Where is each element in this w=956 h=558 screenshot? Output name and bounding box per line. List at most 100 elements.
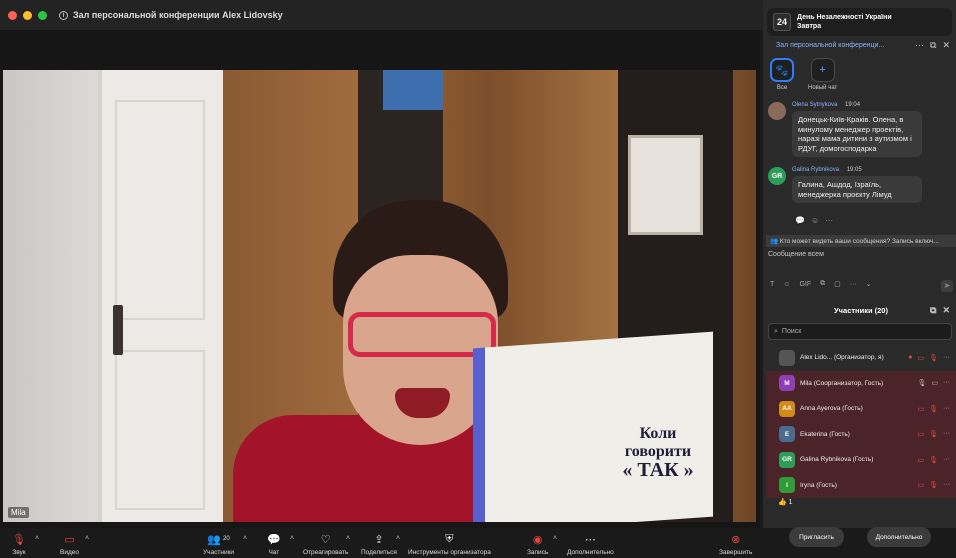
- gif-icon[interactable]: GIF: [799, 281, 811, 288]
- list-item[interactable]: AA Anna Ayerova (Гость) ▭ 🎙 ···: [766, 396, 956, 422]
- fullscreen-window-button[interactable]: [38, 10, 47, 20]
- video-off-icon[interactable]: ▭: [917, 430, 924, 438]
- video-button[interactable]: ▭ Видео: [60, 532, 79, 557]
- list-item[interactable]: M Mila (Соорганизатор, Гость) 🎙 ▭ ···: [766, 370, 956, 396]
- toolbar-label: Звук: [12, 549, 26, 556]
- more-icon[interactable]: ···: [943, 481, 950, 489]
- video-off-icon[interactable]: ▭: [917, 354, 924, 362]
- more-icon: ⋯: [584, 533, 596, 546]
- share-button[interactable]: ⇪ Поделиться: [361, 532, 397, 557]
- chevron-up-icon[interactable]: ˄: [290, 535, 294, 542]
- calendar-icon: 24: [773, 13, 791, 31]
- more-icon[interactable]: ···: [943, 405, 950, 413]
- message-text: Галина, Ашдод, Ізраїль, менеджерка проєк…: [792, 176, 922, 203]
- more-button[interactable]: ⋯ Дополнительно: [567, 532, 614, 557]
- close-icon[interactable]: ✕: [942, 40, 950, 51]
- reply-icon[interactable]: 💬: [795, 216, 805, 225]
- participant-name: Alex Lido... (Организатор, я): [800, 354, 884, 362]
- more-options-icon[interactable]: ···: [915, 40, 924, 51]
- participants-button[interactable]: 👥 20 Участники: [203, 532, 234, 557]
- avatar: GR: [779, 451, 795, 468]
- calendar-notification[interactable]: 24 День Незалежності України Завтра: [767, 8, 952, 36]
- chat-message: GR Galina Rybnikova 19:05 Галина, Ашдод,…: [768, 167, 922, 203]
- chevron-up-icon[interactable]: ˄: [553, 535, 557, 542]
- chat-button[interactable]: 💬 Чат: [267, 532, 281, 557]
- tab-new-chat[interactable]: + Новый чат: [808, 58, 837, 91]
- who-can-see-bar[interactable]: 👥 Кто может видеть ваши сообщения? Запис…: [766, 235, 956, 247]
- chevron-up-icon[interactable]: ˄: [346, 535, 350, 542]
- chevron-down-icon[interactable]: ⌄: [866, 280, 872, 288]
- mic-off-icon[interactable]: 🎙: [929, 456, 938, 464]
- avatar[interactable]: GR: [768, 167, 786, 185]
- pop-out-icon[interactable]: ⧉: [930, 40, 936, 51]
- chat-tabs: 🐾 Все + Новый чат: [770, 58, 837, 91]
- screenshot-icon[interactable]: ⧉: [820, 280, 825, 288]
- record-button[interactable]: ◉ Запись: [527, 532, 548, 557]
- host-tools-button[interactable]: ⛨ Инструменты организатора: [408, 532, 491, 557]
- input-toolbar: T ☺ GIF ⧉ ▢ ··· ⌄: [770, 280, 872, 288]
- invite-button[interactable]: Пригласить: [789, 527, 844, 547]
- more-icon[interactable]: ···: [943, 456, 950, 464]
- more-icon[interactable]: ···: [850, 281, 857, 288]
- more-button[interactable]: Дополнительно: [867, 527, 931, 547]
- chevron-up-icon[interactable]: ˄: [85, 535, 89, 542]
- list-item[interactable]: GR Galina Rybnikova (Гость) ▭ 🎙 ···: [766, 447, 956, 473]
- participant-name: Ekaterina (Гость): [800, 430, 850, 438]
- chevron-up-icon[interactable]: ˄: [35, 535, 39, 542]
- message-sender[interactable]: Olena Sytnykova: [792, 102, 837, 108]
- video-off-icon[interactable]: ▭: [917, 405, 924, 413]
- react-button[interactable]: ♡ Отреагировать: [303, 532, 348, 557]
- message-text: Донецьк-Київ-Краків. Олена, в минулому м…: [792, 111, 922, 157]
- list-item[interactable]: Alex Lido... (Организатор, я) ● ▭ 🎙 ···: [766, 345, 956, 371]
- avatar: I: [779, 477, 795, 494]
- list-item[interactable]: I Iryna (Гость) ▭ 🎙 ···: [766, 472, 956, 498]
- more-icon[interactable]: ···: [825, 216, 833, 225]
- end-meeting-button[interactable]: ⊗ Завершить: [719, 532, 752, 557]
- emoji-icon[interactable]: ☺: [811, 216, 819, 225]
- mic-off-icon[interactable]: 🎙: [929, 481, 938, 489]
- video-off-icon[interactable]: ▭: [917, 481, 924, 489]
- window-controls: [8, 10, 47, 20]
- heart-icon: ♡: [320, 533, 331, 546]
- audio-button[interactable]: 🎙 Звук: [12, 532, 26, 557]
- more-icon[interactable]: ···: [943, 430, 950, 438]
- video-door-panel: [115, 350, 205, 510]
- participant-search-input[interactable]: ⌕ Поиск: [768, 323, 952, 340]
- avatar[interactable]: [768, 102, 786, 120]
- more-icon[interactable]: ···: [943, 379, 950, 387]
- list-item[interactable]: E Ekaterina (Гость) ▭ 🎙 ···: [766, 421, 956, 447]
- tab-label: Новый чат: [808, 85, 838, 91]
- notification-title: День Незалежності України: [797, 14, 892, 21]
- avatar: AA: [779, 400, 795, 417]
- file-icon[interactable]: ▢: [834, 280, 841, 288]
- mic-icon[interactable]: 🎙: [917, 379, 926, 387]
- minimize-window-button[interactable]: [23, 10, 32, 20]
- emoji-icon[interactable]: ☺: [783, 281, 790, 288]
- close-icon[interactable]: ✕: [942, 305, 950, 316]
- info-icon[interactable]: i: [59, 10, 68, 20]
- video-book-title: Коли говорити « ТАК »: [613, 425, 703, 480]
- chevron-up-icon[interactable]: ˄: [396, 535, 400, 542]
- video-icon[interactable]: ▭: [931, 379, 938, 387]
- chevron-up-icon[interactable]: ˄: [243, 535, 247, 542]
- message-actions: 💬 ☺ ···: [795, 216, 833, 225]
- message-input[interactable]: Сообщение всем: [768, 251, 824, 258]
- close-window-button[interactable]: [8, 10, 17, 20]
- mic-off-icon[interactable]: 🎙: [929, 430, 938, 438]
- book-title-line: Коли: [639, 425, 677, 442]
- speaker-video[interactable]: Коли говорити « ТАК » Mila: [3, 70, 756, 522]
- mic-off-icon[interactable]: 🎙: [929, 405, 938, 413]
- toolbar-label: Видео: [60, 549, 79, 556]
- send-button[interactable]: ➤: [941, 280, 953, 292]
- tab-all[interactable]: 🐾 Все: [770, 58, 794, 91]
- mic-off-icon[interactable]: 🎙: [929, 354, 938, 362]
- video-shelf-book: [383, 70, 443, 110]
- format-icon[interactable]: T: [770, 281, 774, 288]
- participants-count: 20: [223, 536, 230, 542]
- more-icon[interactable]: ···: [943, 354, 950, 362]
- video-area: Коли говорити « ТАК » Mila: [0, 30, 760, 528]
- video-person-shirt: [233, 415, 513, 522]
- pop-out-icon[interactable]: ⧉: [930, 305, 936, 316]
- message-sender[interactable]: Galina Rybnikova: [792, 167, 839, 173]
- video-off-icon[interactable]: ▭: [917, 456, 924, 464]
